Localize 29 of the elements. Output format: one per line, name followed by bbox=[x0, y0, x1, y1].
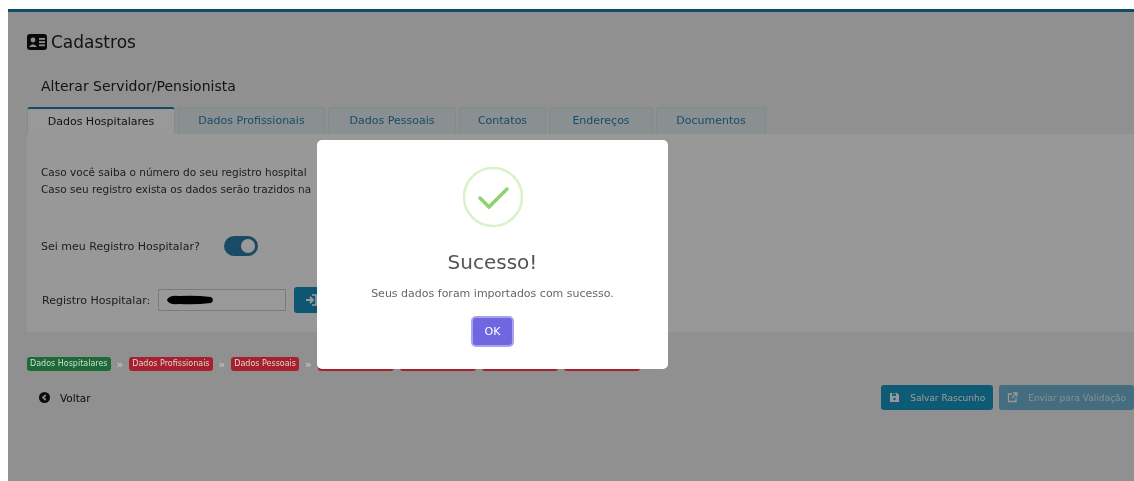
step-badge: Dados Pessoais bbox=[231, 357, 299, 371]
separator: » bbox=[305, 357, 312, 371]
info-text: Caso seu registro exista os dados serão trazidos na bbox=[41, 182, 313, 197]
dialog-title: Sucesso! bbox=[447, 250, 538, 274]
info-text: Caso você saiba o número do seu registro hospital bbox=[41, 165, 308, 180]
external-link-icon bbox=[1007, 392, 1019, 403]
separator: » bbox=[116, 357, 124, 371]
step-badge: Dados Profissionais bbox=[129, 357, 213, 371]
registration-field[interactable] bbox=[158, 289, 287, 311]
toggle-switch[interactable] bbox=[223, 236, 258, 256]
save-draft-button[interactable]: Salvar Rascunho bbox=[881, 385, 994, 410]
field-label: Registro Hospitalar: bbox=[42, 293, 151, 307]
tab[interactable]: Contatos bbox=[459, 107, 546, 134]
separator: » bbox=[218, 357, 226, 371]
tab[interactable]: Dados Profissionais bbox=[178, 107, 325, 134]
page-title: Cadastros bbox=[51, 31, 136, 52]
tab[interactable]: Documentos bbox=[656, 107, 766, 134]
back-link[interactable]: Voltar bbox=[39, 391, 91, 404]
id-card-icon bbox=[27, 33, 47, 50]
step-badge: Dados Hospitalares bbox=[27, 357, 111, 371]
ok-button[interactable]: OK bbox=[471, 316, 514, 347]
tab[interactable]: Dados Pessoais bbox=[328, 107, 456, 134]
tab[interactable]: Endereços bbox=[549, 107, 653, 134]
toggle-label: Sei meu Registro Hospitalar? bbox=[41, 239, 200, 253]
form-title: Alterar Servidor/Pensionista bbox=[41, 78, 237, 96]
back-arrow-icon bbox=[39, 392, 50, 403]
success-check-icon bbox=[461, 166, 524, 228]
dialog-message: Seus dados foram importados com sucesso. bbox=[371, 287, 614, 300]
tab[interactable]: Dados Hospitalares bbox=[27, 107, 175, 134]
